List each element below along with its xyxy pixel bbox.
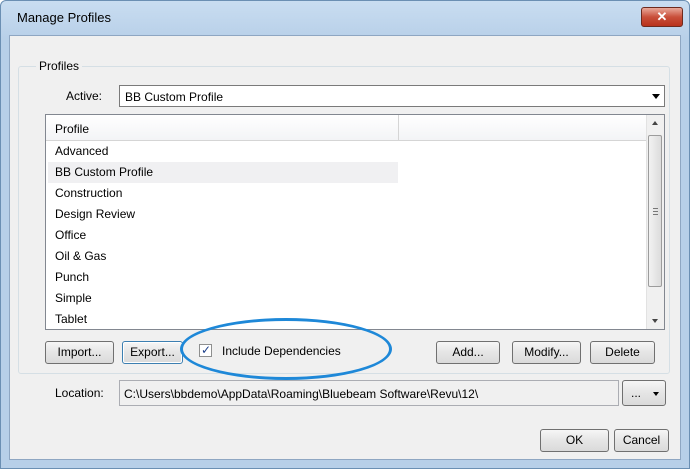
list-item[interactable]: Construction xyxy=(48,183,398,204)
profile-list-header: Profile xyxy=(46,115,646,141)
list-item[interactable]: Design Review xyxy=(48,204,398,225)
vertical-scrollbar[interactable] xyxy=(646,115,664,329)
location-label: Location: xyxy=(55,386,104,400)
add-button[interactable]: Add... xyxy=(436,341,500,364)
highlight-ellipse-annotation xyxy=(180,318,392,380)
scrollbar-thumb[interactable] xyxy=(648,135,662,287)
list-item[interactable]: BB Custom Profile xyxy=(48,162,398,183)
list-item[interactable]: Office xyxy=(48,225,398,246)
ok-button[interactable]: OK xyxy=(540,429,609,452)
modify-button[interactable]: Modify... xyxy=(512,341,581,364)
column-header-profile[interactable]: Profile xyxy=(55,122,89,136)
cancel-button[interactable]: Cancel xyxy=(614,429,669,452)
close-icon: ✕ xyxy=(656,9,668,24)
scroll-down-icon[interactable] xyxy=(652,319,658,323)
profiles-group-label: Profiles xyxy=(36,59,83,73)
close-button[interactable]: ✕ xyxy=(641,7,683,27)
active-label: Active: xyxy=(66,89,103,103)
grip-icon xyxy=(653,208,658,209)
window-title: Manage Profiles xyxy=(17,10,111,25)
delete-button[interactable]: Delete xyxy=(590,341,655,364)
location-field: C:\Users\bbdemo\AppData\Roaming\Bluebeam… xyxy=(119,380,619,406)
profile-list[interactable]: Profile Advanced BB Custom Profile Constru… xyxy=(45,114,665,330)
scroll-up-icon[interactable] xyxy=(652,121,658,125)
list-item[interactable]: Advanced xyxy=(48,141,398,162)
active-profile-dropdown[interactable]: BB Custom Profile xyxy=(119,85,665,107)
export-button[interactable]: Export... xyxy=(122,341,183,364)
list-item[interactable]: Simple xyxy=(48,288,398,309)
import-button[interactable]: Import... xyxy=(45,341,114,364)
list-item[interactable]: Punch xyxy=(48,267,398,288)
list-item[interactable]: Oil & Gas xyxy=(48,246,398,267)
location-value: C:\Users\bbdemo\AppData\Roaming\Bluebeam… xyxy=(124,387,479,401)
active-profile-value: BB Custom Profile xyxy=(125,90,224,104)
browse-label: ... xyxy=(631,386,642,400)
title-bar[interactable]: Manage Profiles ✕ xyxy=(1,1,689,35)
chevron-down-icon xyxy=(653,392,659,396)
column-separator[interactable] xyxy=(398,115,399,140)
grip-icon xyxy=(653,214,658,215)
chevron-down-icon xyxy=(652,94,660,99)
location-browse-button[interactable]: ... xyxy=(622,380,666,406)
grip-icon xyxy=(653,211,658,212)
